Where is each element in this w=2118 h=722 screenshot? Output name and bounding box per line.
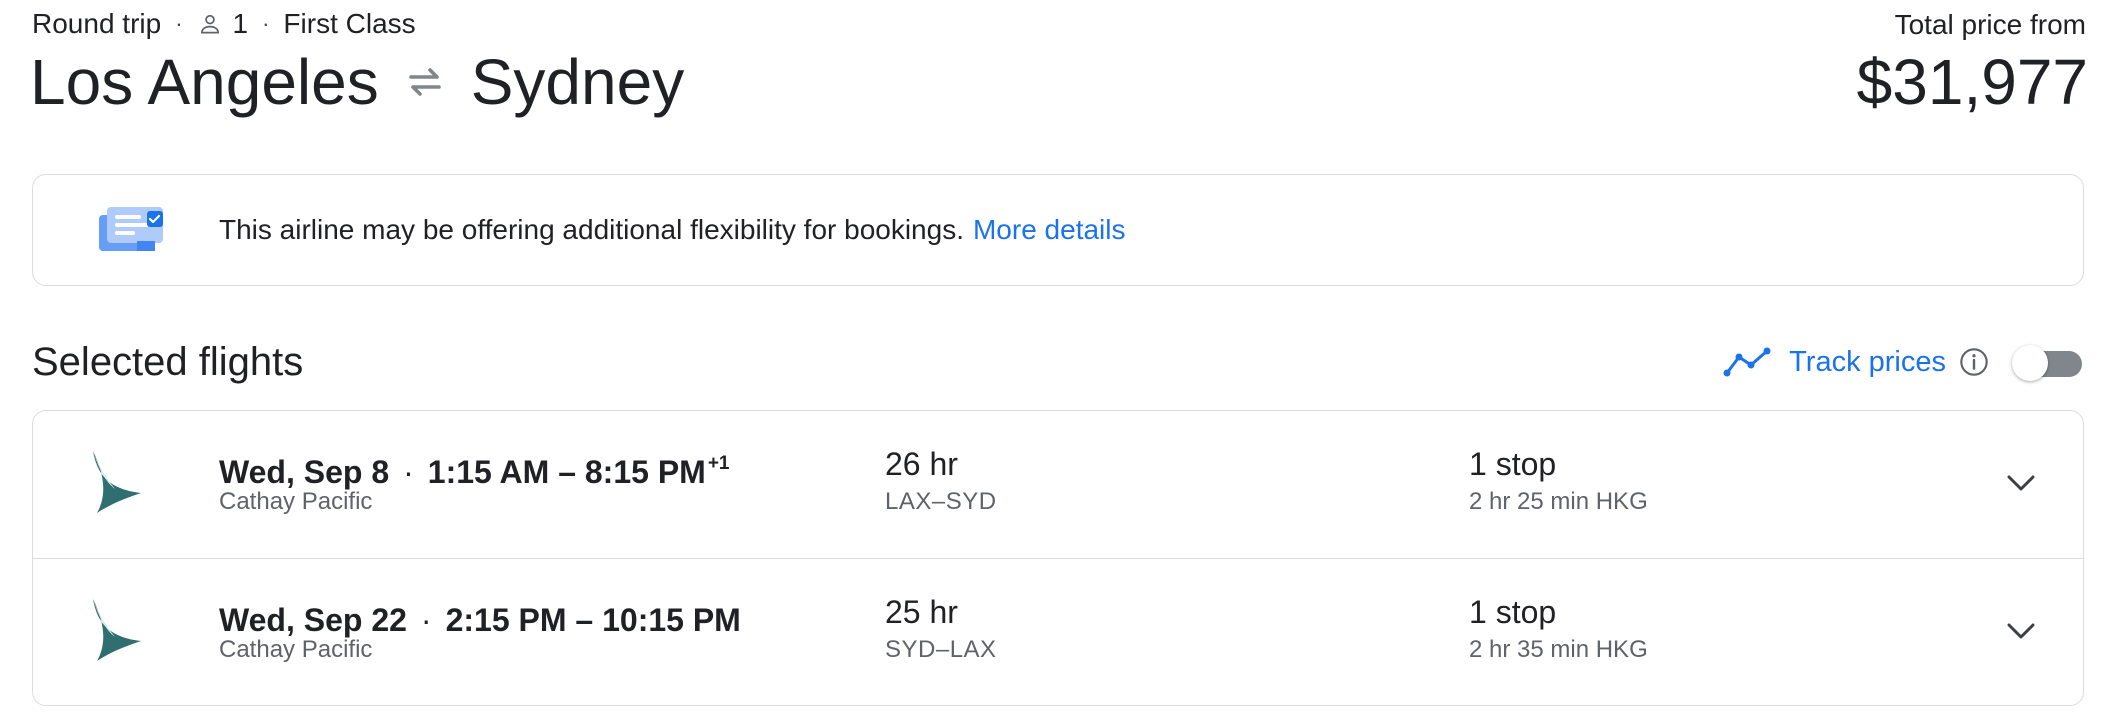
cabin-class[interactable]: First Class — [283, 8, 415, 40]
separator-dot: · — [175, 11, 183, 36]
selected-flights-list: Wed, Sep 8 · 1:15 AM – 8:15 PM +1 Cathay Pa… — [32, 410, 2084, 706]
selected-flights-title: Selected flights — [32, 340, 304, 384]
separator-dot: · — [420, 602, 432, 638]
cathay-pacific-logo — [93, 599, 141, 661]
track-prices-label[interactable]: Track prices — [1789, 346, 1946, 379]
flexibility-text: This airline may be offering additional … — [219, 214, 964, 245]
flight-duration: 26 hr — [885, 446, 958, 482]
departure-arrival-times: 2:15 PM – 10:15 PM — [445, 602, 741, 638]
price-trend-icon — [1723, 347, 1771, 377]
separator-dot: · — [262, 11, 270, 36]
track-prices-control: Track prices — [1723, 338, 2086, 386]
stop-count: 1 stop — [1469, 446, 1557, 482]
swap-arrows-icon — [408, 68, 441, 96]
chevron-down-icon — [2007, 475, 2035, 491]
day-offset: +1 — [707, 453, 730, 474]
total-price: $31,977 — [1856, 46, 2088, 118]
route-title: Los Angeles Sydney — [30, 44, 684, 120]
flexibility-banner: This airline may be offering additional … — [32, 174, 2084, 286]
airline-name: Cathay Pacific — [219, 488, 373, 515]
more-details-link[interactable]: More details — [973, 214, 1126, 246]
total-price-label: Total price from — [1894, 9, 2086, 40]
toggle-knob — [2012, 345, 2048, 381]
layover-info: 2 hr 35 min HKG — [1469, 636, 1648, 663]
departure-arrival-times: 1:15 AM – 8:15 PM — [427, 454, 706, 490]
flight-row-outbound[interactable]: Wed, Sep 8 · 1:15 AM – 8:15 PM +1 Cathay Pa… — [33, 411, 2083, 559]
airline-name: Cathay Pacific — [219, 636, 373, 663]
track-prices-toggle[interactable] — [2012, 345, 2086, 381]
chevron-down-icon — [2007, 623, 2035, 639]
flight-booking-page: Round trip · 1 · First Class Los Angeles… — [0, 0, 2118, 722]
flexible-ticket-icon — [99, 207, 163, 251]
route-codes: SYD–LAX — [885, 636, 997, 663]
destination-city: Sydney — [470, 46, 685, 118]
trip-type[interactable]: Round trip — [32, 8, 161, 40]
origin-city: Los Angeles — [30, 46, 379, 118]
stop-count: 1 stop — [1469, 594, 1557, 630]
flight-date: Wed, Sep 8 — [219, 454, 390, 490]
person-icon — [200, 14, 219, 34]
expand-button[interactable] — [1999, 461, 2043, 505]
passenger-count[interactable]: 1 — [233, 8, 249, 40]
flight-row-return[interactable]: Wed, Sep 22 · 2:15 PM – 10:15 PM Cathay Pa… — [33, 559, 2083, 705]
layover-info: 2 hr 25 min HKG — [1469, 488, 1648, 515]
route-codes: LAX–SYD — [885, 488, 997, 515]
flight-duration: 25 hr — [885, 594, 958, 630]
separator-dot: · — [403, 454, 414, 490]
flight-times: Wed, Sep 8 · 1:15 AM – 8:15 PM +1 — [219, 445, 729, 491]
info-icon[interactable] — [1958, 346, 1990, 378]
flight-times: Wed, Sep 22 · 2:15 PM – 10:15 PM — [219, 593, 743, 639]
expand-button[interactable] — [1999, 609, 2043, 653]
trip-summary: Round trip · 1 · First Class — [32, 8, 416, 40]
cathay-pacific-logo — [93, 451, 141, 513]
flight-date: Wed, Sep 22 — [219, 602, 407, 638]
